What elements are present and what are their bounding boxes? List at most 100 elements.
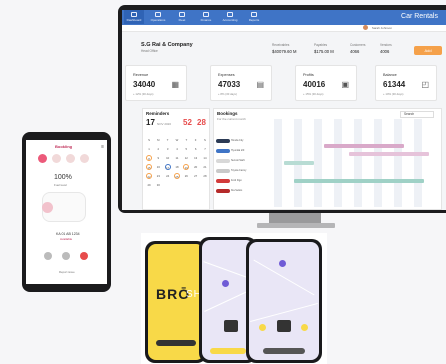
power-button[interactable] [80,252,88,260]
bookings-panel: Bookings For the current month Search Ho… [213,108,442,210]
reminder-month: NOV 2020 [157,122,172,126]
monitor-base [257,223,335,228]
office-name: Head Office [141,49,158,53]
booking-bar[interactable] [324,144,404,148]
calendar-week: 8 9 10 11 12 13 14 [146,153,208,162]
calendar-icon: ▦ [171,80,179,89]
reminders-calendar: SMTWTFS 1234567 8 9 10 11 12 13 14 15 16 17 18 19 2… [146,135,208,189]
reminder-count-b: 28 [197,118,206,127]
info-icon[interactable] [259,324,266,331]
summary-receivables: Receivables $40079.60 M [272,43,297,54]
summary-payables: Payables $175.00 M [314,43,334,54]
fuel-label: Fuel level [54,183,67,187]
nav-finance[interactable]: Finance [196,12,216,22]
company-name: S.G Rai & Company [141,42,193,48]
reminders-panel: Reminders 17 NOV 2020 52 28 SMTWTFS 1234… [142,108,210,210]
finance-icon [203,12,209,17]
bookings-gantt [264,119,436,207]
operations-icon [155,12,161,17]
dashboard-icon [131,12,137,17]
calendar-weekdays: SMTWTFS [148,137,206,142]
avatar[interactable] [363,25,368,30]
reminder-count-a: 52 [183,118,192,127]
navigate-icon[interactable] [301,324,308,331]
chart-icon: ◰ [421,80,429,89]
vehicle-swatch [216,139,230,143]
summary-vendors: Vendors 4006 [380,43,392,54]
status-icon[interactable] [80,154,89,163]
status-icon[interactable] [38,154,47,163]
nav-accounting[interactable]: Accounting [220,12,240,22]
brand-logo: BRŌ [156,286,191,302]
scooter-icon [277,320,291,332]
calendar-week: 1234567 [148,146,206,151]
expenses-card[interactable]: Expenses 47033 + 8% (30 days) ▤ [210,65,272,101]
user-name[interactable]: Sarah Johnson [372,26,392,30]
revenue-card[interactable]: Revenue 34040 + 12% (30 days) ▦ [125,65,187,101]
vehicle-label: Hyundai i20 [231,149,245,152]
fleet-icon [179,12,185,17]
app-logo: Bookling [55,144,73,149]
lock-icon[interactable] [42,202,53,213]
booking-bar[interactable] [349,152,429,156]
vehicle-label: Suzuki Swift [231,159,245,162]
calendar-week: 15 16 17 18 19 20 21 [146,163,207,170]
search-button[interactable]: Search [400,111,434,118]
scooter-icon [224,320,238,332]
bookings-subtitle: For the current month [217,117,246,121]
vehicle-label: Toyota Camry [231,169,247,172]
sub-header: Sarah Johnson [122,25,446,32]
vehicle-swatch [216,169,230,173]
summary-customers: Customers 4066 [350,43,366,54]
location-pin-icon[interactable] [279,260,286,267]
phone-frame: BRŌ SHA [145,241,207,363]
menu-icon[interactable]: ≡ [101,144,104,150]
calendar-week: 29 30 [147,182,160,187]
save-icon: ▣ [341,80,349,89]
end-ride-button[interactable] [263,348,305,354]
horn-button[interactable] [62,252,70,260]
receipt-icon: ▤ [256,80,264,89]
vehicle-swatch [216,149,230,153]
phone-frame [246,239,322,363]
unlock-button[interactable] [44,252,52,260]
booking-bar[interactable] [294,179,424,183]
vehicle-swatch [216,179,230,183]
nav-reports[interactable]: Reports [244,12,264,22]
reminders-title: Reminders [146,111,170,116]
splash-screen: BRŌ SHA [148,244,204,360]
status-icon[interactable] [66,154,75,163]
rider-app-showcase: BRŌ SHA [141,233,327,364]
vehicle-swatch [216,159,230,163]
continue-button[interactable] [156,340,196,346]
book-button[interactable] [210,348,246,354]
vehicle-label: Honda City [231,139,244,142]
bookings-title: Bookings [217,111,238,116]
fuel-percentage: 100% [54,174,72,181]
booking-bar[interactable] [284,161,314,165]
top-nav-bar: Dashboard Operations Fleet Finance Accou… [122,10,446,25]
accounting-icon [227,12,233,17]
vehicle-plate: KA 01 AB 1234 [56,232,80,236]
status-icon[interactable] [52,154,61,163]
report-link[interactable]: Report issue [59,270,75,274]
balance-card[interactable]: Balance 61344 + 10% (30 days) ◰ [375,65,437,101]
vehicle-swatch [216,189,230,193]
nav-fleet[interactable]: Fleet [172,12,192,22]
mobile-app-screen: Bookling ≡ 100% Fuel level KA 01 AB 1234… [26,140,107,284]
vehicle-status: Available [60,237,73,241]
vehicle-label: Kia Seltos [231,189,243,192]
ride-screen [249,242,319,360]
dashboard-screen: Dashboard Operations Fleet Finance Accou… [122,10,446,210]
nav-operations[interactable]: Operations [148,12,168,22]
reminder-day: 17 [146,118,155,127]
vehicle-label: Ford Figo [231,179,242,182]
add-button[interactable]: Add [414,46,442,55]
reports-icon [251,12,257,17]
monitor-stand [269,213,321,223]
location-pin-icon[interactable] [222,280,229,287]
profits-card[interactable]: Profits 40016 + 15% (30 days) ▣ [295,65,357,101]
calendar-week: 22 23 24 25 26 27 28 [146,172,207,179]
nav-dashboard[interactable]: Dashboard [124,10,144,24]
app-title: Car Rentals [401,13,438,20]
